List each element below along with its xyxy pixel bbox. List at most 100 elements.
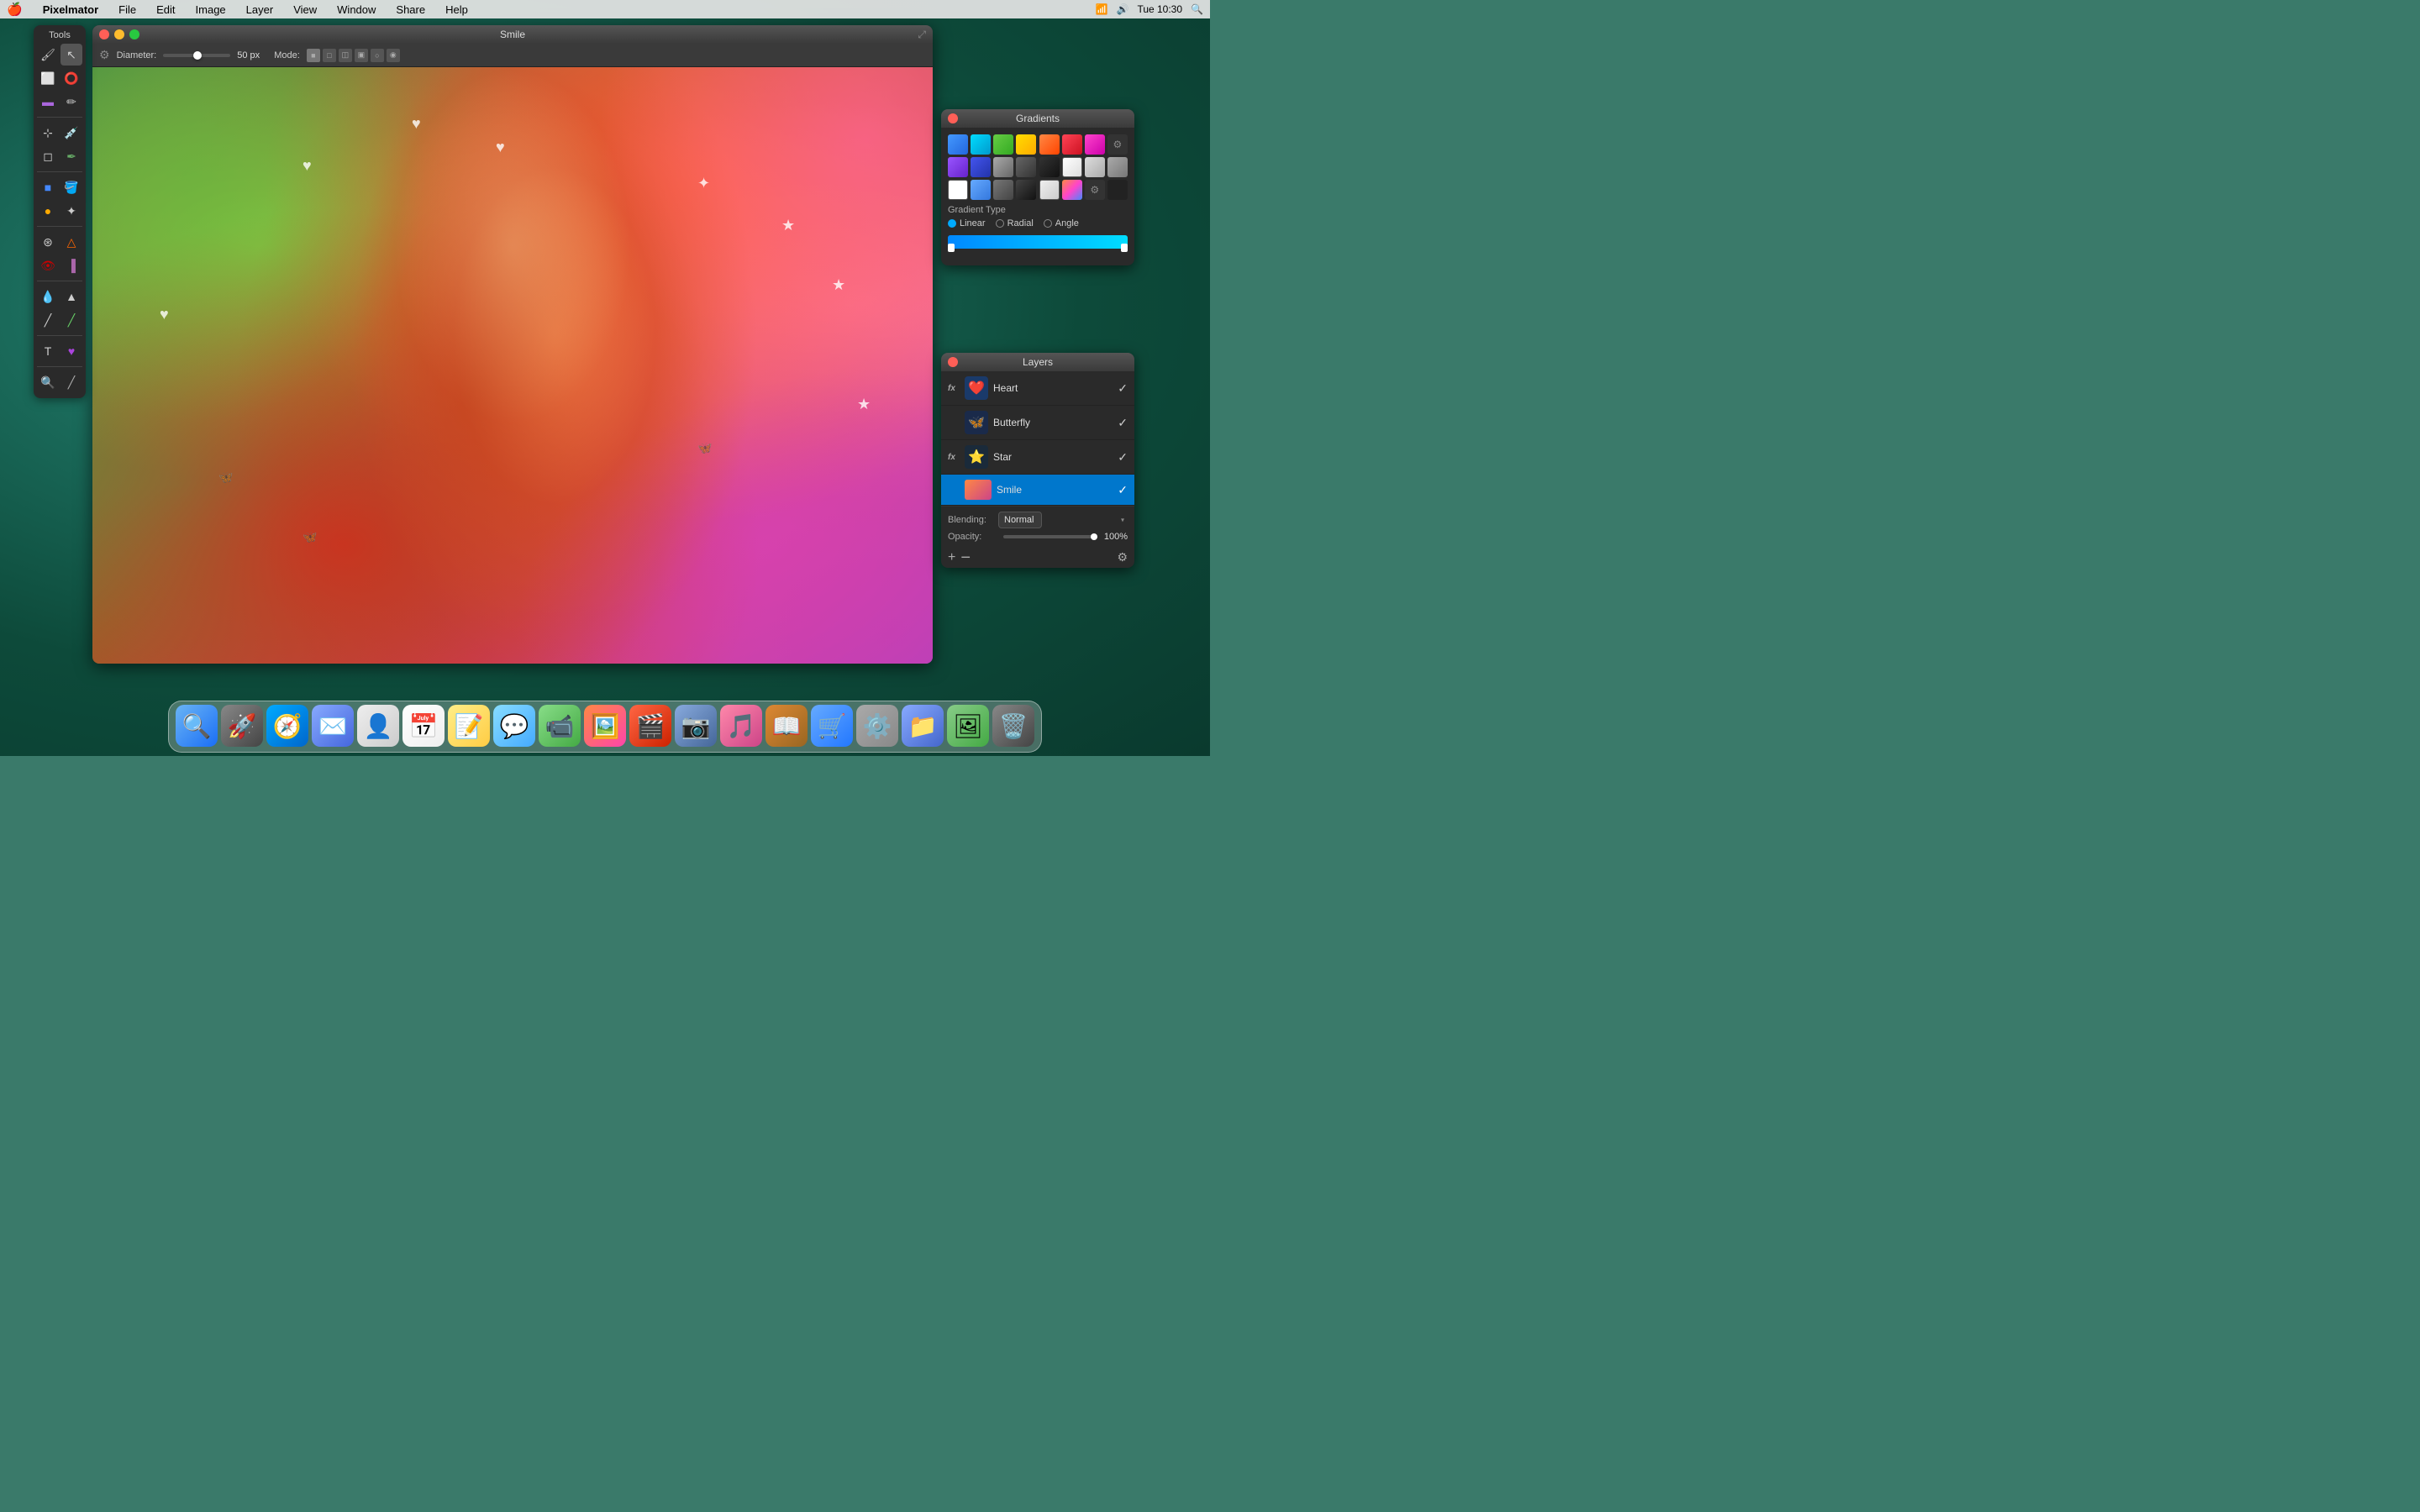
layer-check-star[interactable]: ✓ (1118, 450, 1128, 465)
tool-paint[interactable]: 🖌 (37, 44, 59, 66)
toolbar-settings-icon[interactable]: ⚙ (99, 48, 110, 62)
tool-lasso[interactable]: ✏ (60, 91, 82, 113)
dock-item-finder[interactable]: 🔍 (176, 705, 218, 747)
layer-item-star[interactable]: fx ⭐ Star ✓ (941, 440, 1134, 475)
dock-item-ibooks[interactable]: 📖 (765, 705, 808, 747)
tool-star-shape[interactable]: ✦ (60, 200, 82, 222)
g-swatch-orange[interactable] (1039, 134, 1060, 155)
layer-item-smile[interactable]: Smile ✓ (941, 475, 1134, 506)
radio-angle[interactable] (1044, 219, 1052, 228)
tool-eraser[interactable]: ◻ (37, 145, 59, 167)
tool-sharpen[interactable]: ▲ (60, 286, 82, 307)
tool-crop[interactable]: ⊹ (37, 122, 59, 144)
blending-select[interactable]: Normal Multiply Screen Overlay Darken Li… (998, 512, 1042, 528)
add-layer-btn[interactable]: + (948, 551, 955, 564)
g-swatch-gray1[interactable] (993, 157, 1013, 177)
window-minimize-btn[interactable] (114, 29, 124, 39)
g-swatch-indigo[interactable] (971, 157, 991, 177)
tool-paint-bucket[interactable]: 🪣 (60, 176, 82, 198)
dock-item-dvd[interactable]: 🎬 (629, 705, 671, 747)
g-swatch-settings2[interactable]: ⚙ (1085, 180, 1105, 200)
tool-eyedropper-top[interactable]: 💉 (60, 122, 82, 144)
g-swatch-dark[interactable] (1016, 180, 1036, 200)
g-swatch-white3[interactable] (1107, 157, 1128, 177)
radio-radial[interactable] (996, 219, 1004, 228)
diameter-slider[interactable] (163, 54, 230, 57)
mode-icon-4[interactable]: ▣ (355, 49, 368, 62)
menu-image[interactable]: Image (192, 3, 229, 16)
radio-linear[interactable] (948, 219, 956, 228)
layers-close-btn[interactable] (948, 357, 958, 367)
tool-text[interactable]: T (37, 340, 59, 362)
window-maximize-btn[interactable] (129, 29, 139, 39)
g-swatch-light[interactable] (1039, 180, 1060, 200)
dock-item-safari[interactable]: 🧭 (266, 705, 308, 747)
opacity-slider[interactable] (1003, 535, 1097, 538)
gradient-type-angle[interactable]: Angle (1044, 218, 1079, 228)
dock-item-iphoto[interactable]: 📷 (675, 705, 717, 747)
gradient-type-linear[interactable]: Linear (948, 218, 986, 228)
g-swatch-purple[interactable] (948, 157, 968, 177)
layer-settings-btn[interactable]: ⚙ (1117, 550, 1128, 564)
window-expand-btn[interactable]: ⤢ (918, 29, 926, 41)
dock-item-calendar[interactable]: 📅 (402, 705, 445, 747)
mode-icon-5[interactable]: ○ (371, 49, 384, 62)
tool-smudge[interactable]: ⊛ (37, 231, 59, 253)
menu-search-icon[interactable]: 🔍 (1191, 3, 1203, 15)
mode-icon-1[interactable]: ■ (307, 49, 320, 62)
g-swatch-red[interactable] (1062, 134, 1082, 155)
tool-rect-select[interactable]: ⬜ (37, 67, 59, 89)
dock-item-itunes[interactable]: 🎵 (720, 705, 762, 747)
remove-layer-btn[interactable]: − (960, 551, 971, 564)
window-close-btn[interactable] (99, 29, 109, 39)
g-swatch-gray4[interactable] (993, 180, 1013, 200)
menu-edit[interactable]: Edit (153, 3, 178, 16)
dock-item-messages[interactable]: 💬 (493, 705, 535, 747)
tool-pipette[interactable]: ╱ (60, 371, 82, 393)
tool-dodge[interactable]: ▐ (60, 255, 82, 276)
menu-help[interactable]: Help (442, 3, 471, 16)
g-swatch-gray2[interactable] (1016, 157, 1036, 177)
g-swatch-white1[interactable] (1062, 157, 1082, 177)
dock-item-contacts[interactable]: 👤 (357, 705, 399, 747)
g-swatch-yellow[interactable] (1016, 134, 1036, 155)
gradient-bar[interactable] (948, 235, 1128, 249)
g-swatch-blue[interactable] (948, 134, 968, 155)
tool-redeye[interactable]: 👁 (37, 255, 59, 276)
dock-item-folders[interactable]: 📁 (902, 705, 944, 747)
gradient-type-radial[interactable]: Radial (996, 218, 1034, 228)
tool-gradient[interactable]: ● (37, 200, 59, 222)
dock-item-mail[interactable]: ✉️ (312, 705, 354, 747)
layer-item-heart[interactable]: fx ❤️ Heart ✓ (941, 371, 1134, 406)
tool-select[interactable]: ↖ (60, 44, 82, 66)
tool-zoom[interactable]: 🔍 (37, 371, 59, 393)
g-swatch-cyan[interactable] (971, 134, 991, 155)
tool-line[interactable]: ╱ (37, 309, 59, 331)
gradient-stop-left[interactable] (948, 244, 955, 252)
tool-rect-shape[interactable]: ■ (37, 176, 59, 198)
g-swatch-gray3[interactable] (1039, 157, 1060, 177)
dock-item-notes[interactable]: 📝 (448, 705, 490, 747)
tool-measure[interactable]: ╱ (60, 309, 82, 331)
menu-file[interactable]: File (115, 3, 139, 16)
apple-menu[interactable]: 🍎 (7, 2, 23, 17)
tool-brush[interactable]: ▬ (37, 91, 59, 113)
g-swatch-settings[interactable]: ⚙ (1107, 134, 1128, 155)
layer-item-butterfly[interactable]: 🦋 Butterfly ✓ (941, 406, 1134, 440)
g-swatch-multicolor[interactable] (1062, 180, 1082, 200)
dock-item-gallery[interactable]: 🖼 (947, 705, 989, 747)
layer-check-heart[interactable]: ✓ (1118, 381, 1128, 396)
layer-check-smile[interactable]: ✓ (1118, 483, 1128, 497)
gradient-stop-right[interactable] (1121, 244, 1128, 252)
g-swatch-white2[interactable] (1085, 157, 1105, 177)
tool-burn[interactable]: △ (60, 231, 82, 253)
tool-ellipse-select[interactable]: ⭕ (60, 67, 82, 89)
dock-item-photos[interactable]: 🖼️ (584, 705, 626, 747)
mode-icon-2[interactable]: □ (323, 49, 336, 62)
mode-icon-6[interactable]: ◉ (387, 49, 400, 62)
tool-water[interactable]: 💧 (37, 286, 59, 307)
dock-item-launchpad[interactable]: 🚀 (221, 705, 263, 747)
menu-view[interactable]: View (290, 3, 320, 16)
dock-item-syspref[interactable]: ⚙️ (856, 705, 898, 747)
menu-share[interactable]: Share (392, 3, 429, 16)
